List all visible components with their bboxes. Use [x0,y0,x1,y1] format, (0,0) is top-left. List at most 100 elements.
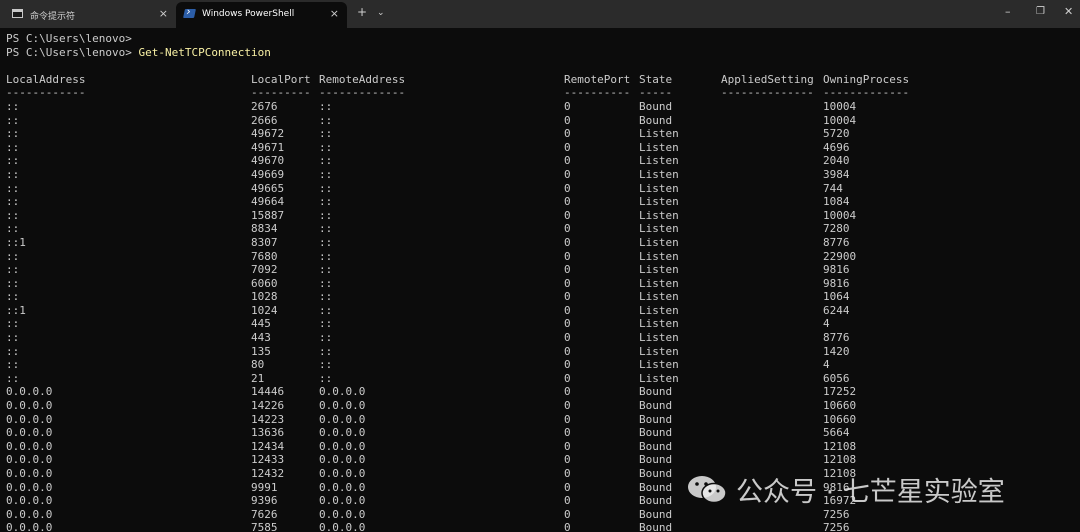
powershell-icon [183,9,196,18]
column-underline: -------------- [721,86,814,100]
table-cell: 10004 [823,99,857,113]
table-cell: 0 [564,467,571,480]
table-cell: :: [319,331,333,345]
table-cell: 0 [564,113,571,127]
table-row: 0.0.0.0 13636 0.0.0.0 0 Bound 5664 [6,426,1076,440]
table-cell: 0 [564,195,571,209]
prompt: PS C:\Users\lenovo> [6,45,132,59]
table-cell: 10660 [823,399,857,413]
table-cell: 0.0.0.0 [319,399,366,413]
table-cell: 3984 [823,167,850,181]
close-window-button[interactable]: ✕ [1064,5,1073,18]
table-cell: Bound [639,385,673,399]
table-cell: :: [319,290,333,304]
table-cell: :: [6,113,20,127]
table-cell: 0.0.0.0 [6,426,53,440]
table-cell: :: [319,263,333,277]
table-cell: 0.0.0.0 [6,439,53,453]
table-cell: Listen [639,358,679,372]
table-cell: 6060 [251,276,278,290]
table-cell: 0.0.0.0 [6,494,53,508]
table-cell: Bound [639,113,673,127]
table-cell: Bound [639,507,673,521]
terminal-window: 命令提示符 × Windows PowerShell × + ⌄ – ❐ ✕ P… [0,0,1080,532]
table-row: :: 445:: 0 Listen 4 [6,317,1076,331]
table-row: :: 2676:: 0 Bound 10004 [6,100,1076,114]
tab-command-prompt[interactable]: 命令提示符 × [4,2,176,28]
chevron-down-icon[interactable]: ⌄ [377,8,385,18]
maximize-button[interactable]: ❐ [1036,6,1045,17]
table-cell: 0 [564,276,571,290]
table-cell: 12108 [823,439,857,453]
table-cell: 4 [823,317,830,331]
prompt: PS C:\Users\lenovo> [6,32,132,45]
table-cell: 0 [564,480,571,494]
table-cell: 0.0.0.0 [6,453,53,467]
column-header: OwningProcess [823,72,910,86]
command-line: PS C:\Users\lenovo> Get-NetTCPConnection [6,46,1076,60]
table-cell: 0 [564,140,571,154]
table-cell: 0 [564,385,571,399]
table-cell: 12434 [251,439,285,453]
table-cell: 0 [564,439,571,453]
table-cell: 0 [564,99,571,113]
table-cell: Bound [639,494,673,508]
column-underline: ---------- [564,86,631,100]
tab-windows-powershell[interactable]: Windows PowerShell × [176,2,347,28]
table-cell: 0.0.0.0 [6,507,53,521]
table-cell: 744 [823,181,843,195]
table-cell: 6244 [823,303,850,317]
table-cell: :: [6,195,20,209]
table-cell: 1084 [823,195,850,209]
table-cell: 1064 [823,290,850,304]
connection-table-body: :: 2676:: 0 Bound 10004:: 2666:: 0 Bound 10004::… [6,100,1076,532]
tab-close-icon[interactable]: × [330,7,339,20]
table-cell: 2676 [251,99,278,113]
table-row: :: 80:: 0 Listen 4 [6,358,1076,372]
table-row: :: 443:: 0 Listen 8776 [6,331,1076,345]
column-underline: ----- [639,86,673,100]
table-cell: 0 [564,331,571,345]
command-text: Get-NetTCPConnection [131,45,271,59]
table-row: ::1 8307:: 0 Listen 8776 [6,236,1076,250]
table-cell: 10660 [823,412,857,426]
table-cell: Listen [639,222,679,236]
table-cell: :: [6,140,20,154]
table-cell: 17252 [823,385,857,399]
table-cell: Listen [639,181,679,195]
table-cell: 0.0.0.0 [6,412,53,426]
column-header: RemotePort [564,72,631,86]
table-cell: :: [6,358,20,372]
table-row: 0.0.0.0 12434 0.0.0.0 0 Bound 12108 [6,440,1076,454]
table-cell: 443 [251,331,271,345]
table-cell: 0 [564,181,571,195]
console-output[interactable]: PS C:\Users\lenovo> PS C:\Users\lenovo> … [6,32,1076,532]
table-cell: 135 [251,344,271,358]
table-cell: 4696 [823,140,850,154]
table-cell: Listen [639,154,679,168]
column-header-row: LocalAddress LocalPort RemoteAddress Remote… [6,73,1076,87]
table-cell: 22900 [823,249,857,263]
table-cell: 12108 [823,453,857,467]
table-cell: Bound [639,99,673,113]
column-header: LocalAddress [6,72,86,86]
table-cell: ::1 [6,235,26,249]
table-cell: :: [6,99,20,113]
table-cell: Listen [639,195,679,209]
table-cell: 0.0.0.0 [6,521,53,532]
table-cell: :: [319,276,333,290]
column-underline: ------------ [6,86,86,100]
table-cell: 14223 [251,412,285,426]
table-cell: :: [6,222,20,236]
table-cell: 21 [251,371,265,385]
tab-close-icon[interactable]: × [159,7,168,20]
table-cell: Bound [639,439,673,453]
table-cell: ::1 [6,303,26,317]
table-cell: 445 [251,317,271,331]
new-tab-button[interactable]: + [357,5,367,19]
table-cell: 9396 [251,494,278,508]
table-cell: Bound [639,412,673,426]
table-cell: 0.0.0.0 [6,467,53,480]
minimize-button[interactable]: – [1005,5,1011,18]
